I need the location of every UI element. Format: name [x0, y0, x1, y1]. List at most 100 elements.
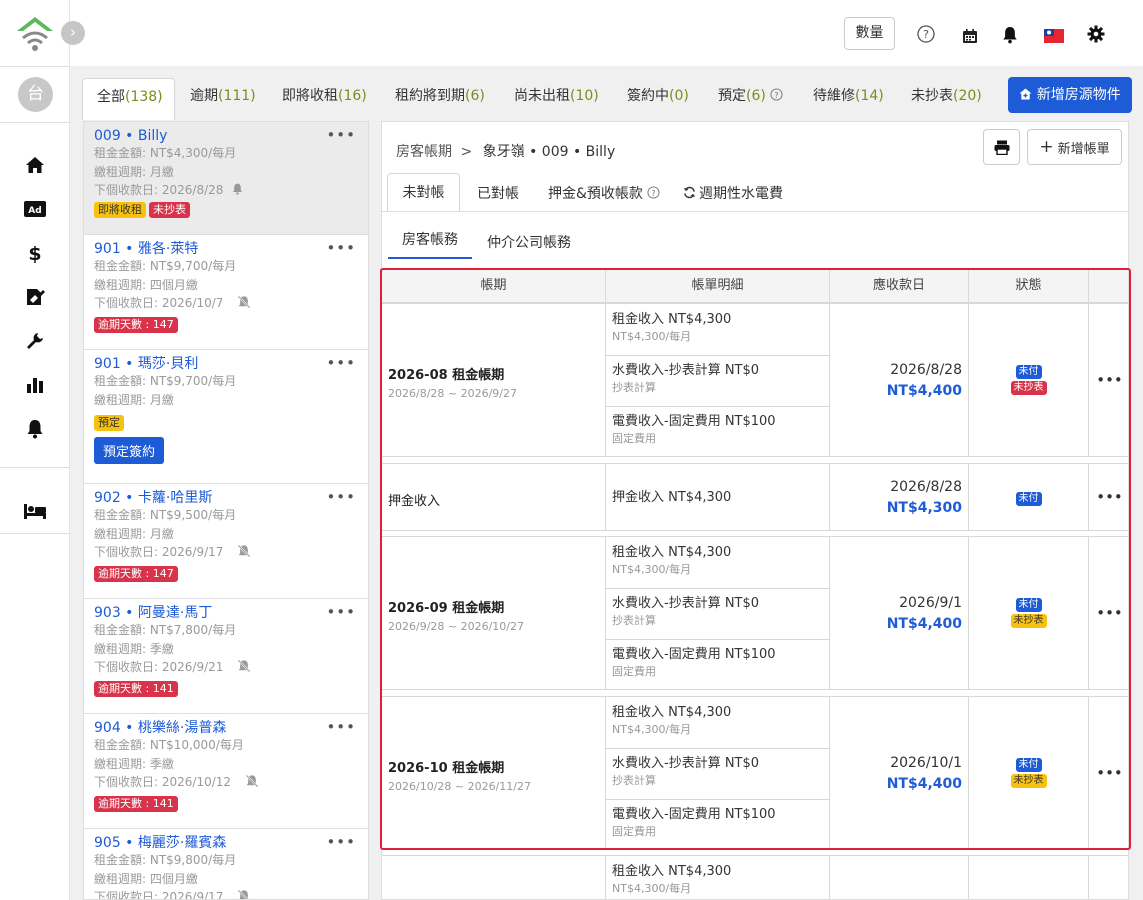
- property-title[interactable]: 903 • 阿曼達·馬丁: [94, 605, 358, 621]
- period-title: 2026-09 租金帳期: [388, 601, 505, 616]
- tab-overdue[interactable]: 逾期(111): [176, 78, 270, 120]
- signature-icon[interactable]: [23, 286, 47, 308]
- bill-item-note: 抄表計算: [612, 614, 656, 627]
- tab-upcoming-rent[interactable]: 即將收租(16): [268, 78, 381, 120]
- subtab-tenant-billing[interactable]: 房客帳務: [388, 222, 472, 259]
- gear-icon[interactable]: [1086, 24, 1106, 44]
- payment-cycle: 繳租週期: 季繳: [94, 756, 174, 771]
- bed-icon[interactable]: [23, 500, 47, 522]
- more-options-icon[interactable]: •••: [326, 603, 356, 621]
- property-card[interactable]: 905 • 梅麗莎·羅賓森 ••• 租金金額: NT$9,800/每月 繳租週期…: [84, 829, 368, 900]
- next-due-text: 下個收款日: 2026/8/28: [94, 183, 224, 197]
- meter-unread-badge: 未抄表: [1010, 614, 1047, 628]
- logo-icon[interactable]: [14, 14, 56, 52]
- status-badge: 未抄表: [149, 201, 190, 218]
- bar-chart-icon[interactable]: [23, 374, 47, 396]
- wrench-icon[interactable]: [23, 330, 47, 352]
- print-button[interactable]: [983, 129, 1020, 165]
- add-bill-label: 新增帳單: [1057, 141, 1110, 157]
- help-icon[interactable]: ?: [647, 186, 660, 199]
- next-due-date: 下個收款日: 2026/9/17: [94, 888, 358, 900]
- tab-all[interactable]: 全部(138): [82, 78, 175, 120]
- tab-unreconciled[interactable]: 未對帳: [387, 173, 460, 212]
- bell-icon[interactable]: [23, 418, 47, 440]
- property-title[interactable]: 901 • 瑪莎·貝利: [94, 356, 358, 372]
- sidebar-collapse-button[interactable]: ›: [61, 21, 85, 45]
- calendar-icon[interactable]: [960, 26, 980, 46]
- tab-periodic-utilities[interactable]: 週期性水電費: [683, 183, 783, 203]
- property-card[interactable]: 904 • 桃樂絲·湯普森 ••• 租金金額: NT$10,000/每月 繳租週…: [84, 714, 368, 829]
- bill-item-title: 租金收入 NT$4,300: [612, 545, 732, 560]
- subtab-agency-billing[interactable]: 仲介公司帳務: [487, 232, 571, 252]
- more-options-icon[interactable]: •••: [326, 488, 356, 506]
- property-title[interactable]: 902 • 卡蘿·哈里斯: [94, 490, 358, 506]
- due-amount: NT$4,400: [886, 616, 962, 632]
- reservation-sign-button[interactable]: 預定簽約: [94, 437, 165, 464]
- add-property-button[interactable]: 新增房源物件: [1008, 77, 1132, 113]
- tab-label: 即將收租: [282, 88, 338, 104]
- row-more-options-icon[interactable]: •••: [1089, 371, 1128, 389]
- tab-unread-meter[interactable]: 未抄表(20): [897, 78, 996, 120]
- cell: [830, 856, 969, 899]
- tab-reserved[interactable]: 預定(6) ?: [704, 78, 797, 120]
- billing-period: 押金收入: [388, 494, 441, 509]
- status-badge: 即將收租: [94, 201, 146, 218]
- property-title[interactable]: 905 • 梅麗莎·羅賓森: [94, 835, 358, 851]
- property-card[interactable]: 901 • 雅各·萊特 ••• 租金金額: NT$9,700/每月 繳租週期: …: [84, 235, 368, 350]
- unpaid-badge: 未付: [1015, 365, 1042, 379]
- row-more-options-icon[interactable]: •••: [1089, 604, 1128, 622]
- property-card[interactable]: 901 • 瑪莎·貝利 ••• 租金金額: NT$9,700/每月 繳租週期: …: [84, 350, 368, 484]
- home-icon[interactable]: [23, 154, 47, 176]
- help-icon[interactable]: ?: [916, 24, 936, 44]
- bell-off-icon[interactable]: [237, 889, 251, 900]
- tab-lease-expiring[interactable]: 租約將到期(6): [381, 78, 499, 120]
- breadcrumb-root[interactable]: 房客帳期: [396, 144, 452, 160]
- bell-off-icon[interactable]: [237, 544, 251, 558]
- property-card[interactable]: 009 • Billy ••• 租金金額: NT$4,300/每月 繳租週期: …: [84, 122, 368, 235]
- bell-off-icon[interactable]: [237, 659, 251, 673]
- tab-signing[interactable]: 簽約中(0): [613, 78, 703, 120]
- quantity-button[interactable]: 數量: [844, 17, 895, 50]
- more-options-icon[interactable]: •••: [326, 833, 356, 851]
- next-due-text: 下個收款日: 2026/10/7: [94, 296, 224, 310]
- property-card[interactable]: 903 • 阿曼達·馬丁 ••• 租金金額: NT$7,800/每月 繳租週期:…: [84, 599, 368, 714]
- bill-item-title: 電費收入-固定費用 NT$100: [612, 647, 776, 662]
- more-options-icon[interactable]: •••: [326, 239, 356, 257]
- row-more-options-icon[interactable]: •••: [1089, 764, 1128, 782]
- avatar[interactable]: 台: [18, 77, 53, 112]
- due-amount: NT$4,300: [886, 500, 962, 516]
- bill-item: 租金收入 NT$4,300 NT$4,300/每月: [606, 697, 829, 748]
- bell-icon[interactable]: [1000, 25, 1020, 45]
- column-header: 帳單明細: [606, 269, 830, 303]
- tab-maintenance[interactable]: 待維修(14): [799, 78, 898, 120]
- add-bill-button[interactable]: + 新增帳單: [1027, 129, 1122, 165]
- unpaid-badge: 未付: [1015, 492, 1042, 506]
- tab-deposit-prepaid[interactable]: 押金&預收帳款 ?: [548, 183, 660, 203]
- bill-item: 水費收入-抄表計算 NT$0 抄表計算: [606, 748, 829, 799]
- property-title[interactable]: 901 • 雅各·萊特: [94, 241, 358, 257]
- property-title[interactable]: 009 • Billy: [94, 128, 358, 144]
- rent-amount: 租金金額: NT$9,500/每月: [94, 508, 237, 522]
- ad-icon[interactable]: Ad: [23, 198, 47, 220]
- tab-count: (138): [125, 89, 163, 105]
- taiwan-flag-icon[interactable]: [1043, 26, 1065, 46]
- tab-reconciled[interactable]: 已對帳: [477, 183, 519, 203]
- more-options-icon[interactable]: •••: [326, 126, 356, 144]
- svg-text:$: $: [28, 243, 41, 263]
- property-title[interactable]: 904 • 桃樂絲·湯普森: [94, 720, 358, 736]
- dollar-icon[interactable]: $: [23, 242, 47, 264]
- due-amount: NT$4,400: [886, 776, 962, 792]
- bill-item: 租金收入 NT$4,300 NT$4,300/每月: [606, 304, 829, 355]
- tab-vacant[interactable]: 尚未出租(10): [500, 78, 613, 120]
- bell-off-icon[interactable]: [245, 774, 259, 788]
- bell-off-icon[interactable]: [237, 295, 251, 309]
- bell-icon[interactable]: [232, 183, 243, 195]
- more-options-icon[interactable]: •••: [326, 718, 356, 736]
- help-icon[interactable]: ?: [770, 88, 783, 101]
- tab-count: (16): [338, 88, 367, 104]
- property-list: 009 • Billy ••• 租金金額: NT$4,300/每月 繳租週期: …: [83, 121, 369, 900]
- property-card[interactable]: 902 • 卡蘿·哈里斯 ••• 租金金額: NT$9,500/每月 繳租週期:…: [84, 484, 368, 599]
- more-options-icon[interactable]: •••: [326, 354, 356, 372]
- row-more-options-icon[interactable]: •••: [1089, 488, 1128, 506]
- bill-item-note: 固定費用: [612, 665, 656, 678]
